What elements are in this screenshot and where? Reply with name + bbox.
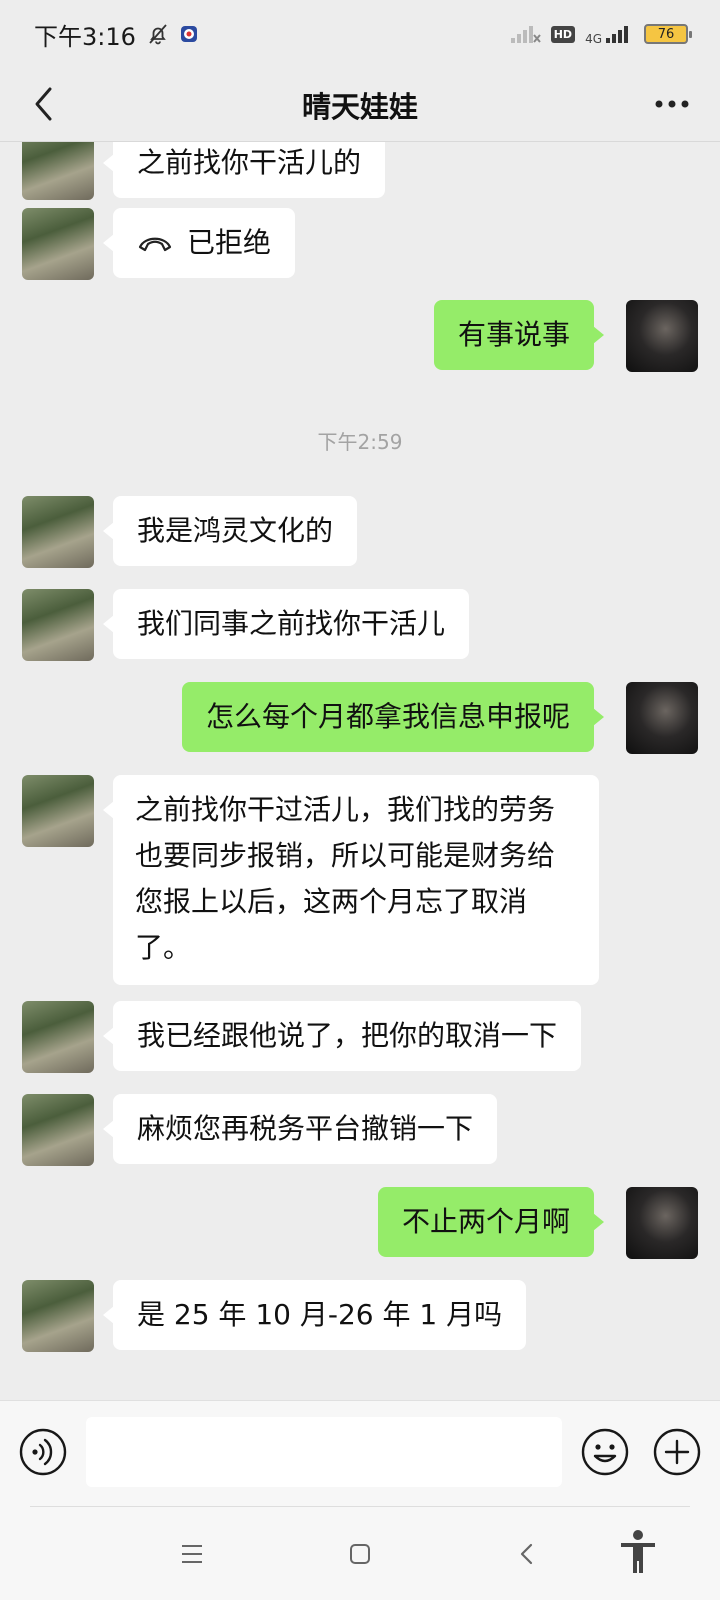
call-status-text: 已拒绝 — [187, 226, 272, 259]
voice-icon — [19, 1428, 67, 1476]
contact-avatar[interactable] — [22, 142, 94, 200]
incoming-message-bubble[interactable]: 我是鸿灵文化的 — [102, 496, 358, 566]
home-nav-button[interactable] — [340, 1534, 380, 1574]
accessibility-button[interactable] — [616, 1528, 660, 1576]
message-text-line: 也要同步报销，所以可能是财务给 — [135, 839, 556, 872]
self-avatar[interactable] — [626, 300, 698, 372]
plus-icon — [653, 1428, 701, 1476]
incoming-message-bubble[interactable]: 是 25 年 10 月-26 年 1 月吗 — [102, 1280, 527, 1350]
battery-indicator: 76 — [644, 24, 692, 44]
voice-input-button[interactable] — [18, 1427, 68, 1477]
battery-level: 76 — [657, 26, 675, 42]
incoming-message-bubble[interactable]: 麻烦您再税务平台撤销一下 — [102, 1094, 498, 1164]
home-square-icon — [350, 1544, 370, 1564]
mute-bell-icon — [149, 24, 167, 45]
hd-badge: HD — [550, 25, 576, 43]
chevron-left-icon — [35, 87, 52, 121]
message-text: 是 25 年 10 月-26 年 1 月吗 — [137, 1298, 503, 1331]
status-time: 下午3:16 — [34, 22, 136, 51]
message-text-line: 了。 — [135, 931, 192, 964]
back-nav-button[interactable] — [506, 1534, 546, 1574]
contact-avatar[interactable] — [22, 775, 94, 847]
emoji-icon — [581, 1428, 629, 1476]
outgoing-message-bubble[interactable]: 怎么每个月都拿我信息申报呢 — [181, 682, 605, 752]
menu-nav-button[interactable] — [172, 1534, 212, 1574]
emoji-button[interactable] — [580, 1427, 630, 1477]
message-text: 怎么每个月都拿我信息申报呢 — [205, 700, 570, 733]
message-text: 我们同事之前找你干活儿 — [137, 607, 446, 640]
message-text: 麻烦您再税务平台撤销一下 — [137, 1112, 474, 1145]
wifi-off-signal-icon — [510, 26, 541, 43]
message-input[interactable] — [86, 1417, 562, 1487]
message-text: 我是鸿灵文化的 — [137, 514, 334, 547]
self-avatar[interactable] — [626, 1187, 698, 1259]
contact-avatar[interactable] — [22, 208, 94, 280]
accessibility-icon — [621, 1530, 655, 1573]
nav-divider — [30, 1506, 690, 1507]
contact-avatar[interactable] — [22, 589, 94, 661]
incoming-message-bubble[interactable]: 之前找你干过活儿，我们找的劳务 也要同步报销，所以可能是财务给 您报上以后，这两… — [103, 775, 599, 985]
message-text: 我已经跟他说了，把你的取消一下 — [137, 1019, 558, 1052]
phone-hangup-icon — [138, 237, 172, 252]
contact-avatar[interactable] — [22, 1001, 94, 1073]
back-button[interactable] — [22, 82, 66, 126]
self-avatar[interactable] — [626, 682, 698, 754]
incoming-message-bubble[interactable]: 我已经跟他说了，把你的取消一下 — [102, 1001, 582, 1071]
contact-avatar[interactable] — [22, 1094, 94, 1166]
menu-icon — [182, 1545, 202, 1563]
contact-avatar[interactable] — [22, 1280, 94, 1352]
message-text: 有事说事 — [457, 318, 570, 351]
message-text: 不止两个月啊 — [401, 1205, 570, 1238]
status-bar: 下午3:16 HD 4G 76 — [0, 0, 720, 68]
call-record-bubble[interactable]: 已拒绝 — [102, 208, 296, 278]
incoming-message-bubble[interactable]: 之前找你干活儿的 — [102, 142, 386, 198]
incoming-message-bubble[interactable]: 我们同事之前找你干活儿 — [102, 589, 470, 659]
contact-avatar[interactable] — [22, 496, 94, 568]
back-triangle-icon — [520, 1543, 533, 1565]
more-dots-icon — [655, 100, 689, 108]
message-input-bar — [0, 1400, 720, 1506]
chat-header: 晴天娃娃 — [0, 68, 720, 142]
message-text-line: 之前找你干过活儿，我们找的劳务 — [135, 793, 556, 826]
message-text-line: 您报上以后，这两个月忘了取消 — [135, 885, 528, 918]
chat-title: 晴天娃娃 — [301, 89, 418, 124]
cell-signal-icon — [606, 26, 628, 43]
network-type: 4G — [585, 32, 602, 46]
system-nav-bar — [0, 1506, 720, 1600]
more-button[interactable] — [646, 82, 698, 126]
more-actions-button[interactable] — [652, 1427, 702, 1477]
message-text: 之前找你干活儿的 — [137, 146, 362, 179]
app-notification-icon — [180, 26, 197, 42]
outgoing-message-bubble[interactable]: 不止两个月啊 — [377, 1187, 605, 1257]
outgoing-message-bubble[interactable]: 有事说事 — [433, 300, 605, 370]
message-timestamp: 下午2:59 — [317, 430, 403, 454]
chat-message-list[interactable]: 之前找你干活儿的 已拒绝 有事说事 下午2:59 我是鸿灵文化的 我们同事之前找… — [0, 142, 720, 1400]
